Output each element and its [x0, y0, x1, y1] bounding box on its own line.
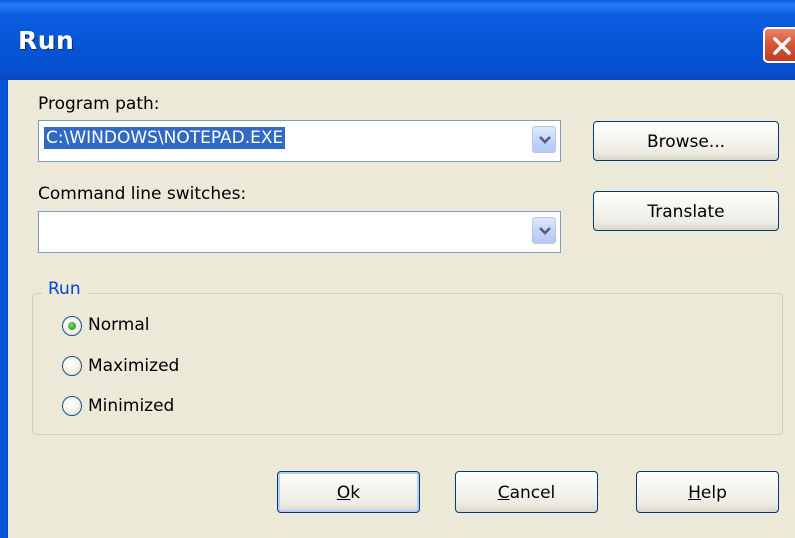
- radio-maximized[interactable]: [62, 356, 82, 376]
- help-button[interactable]: Help: [636, 471, 779, 513]
- program-path-combobox[interactable]: C:\WINDOWS\NOTEPAD.EXE: [38, 120, 561, 162]
- translate-button[interactable]: Translate: [593, 191, 779, 231]
- window-border: [0, 80, 7, 538]
- browse-button[interactable]: Browse...: [593, 121, 779, 161]
- help-label-rest: elp: [700, 483, 727, 503]
- command-line-combobox[interactable]: [38, 211, 561, 253]
- command-line-label: Command line switches:: [38, 184, 247, 204]
- ok-label-rest: k: [350, 483, 361, 503]
- radio-normal-label[interactable]: Normal: [88, 315, 150, 335]
- program-path-dropdown-button[interactable]: [532, 126, 556, 153]
- cancel-mnemonic: C: [497, 483, 510, 503]
- radio-selected-indicator: [68, 322, 76, 330]
- run-dialog: Run Program path: C:\WINDOWS\NOTEPAD.EXE…: [0, 0, 795, 538]
- radio-normal[interactable]: [62, 316, 82, 336]
- radio-maximized-label[interactable]: Maximized: [88, 356, 179, 376]
- title-bar[interactable]: Run: [0, 0, 795, 80]
- radio-minimized[interactable]: [62, 396, 82, 416]
- run-group-title: Run: [42, 279, 87, 299]
- command-line-dropdown-button[interactable]: [532, 217, 556, 244]
- close-button[interactable]: [763, 27, 795, 63]
- cancel-label-rest: ancel: [509, 483, 556, 503]
- program-path-value[interactable]: C:\WINDOWS\NOTEPAD.EXE: [42, 126, 287, 150]
- ok-mnemonic: O: [336, 483, 351, 503]
- window-title: Run: [18, 26, 75, 55]
- cancel-button[interactable]: Cancel: [455, 471, 598, 513]
- radio-minimized-label[interactable]: Minimized: [88, 396, 174, 416]
- program-path-label: Program path:: [38, 94, 160, 114]
- help-mnemonic: H: [688, 483, 701, 503]
- ok-button[interactable]: Ok: [277, 471, 420, 513]
